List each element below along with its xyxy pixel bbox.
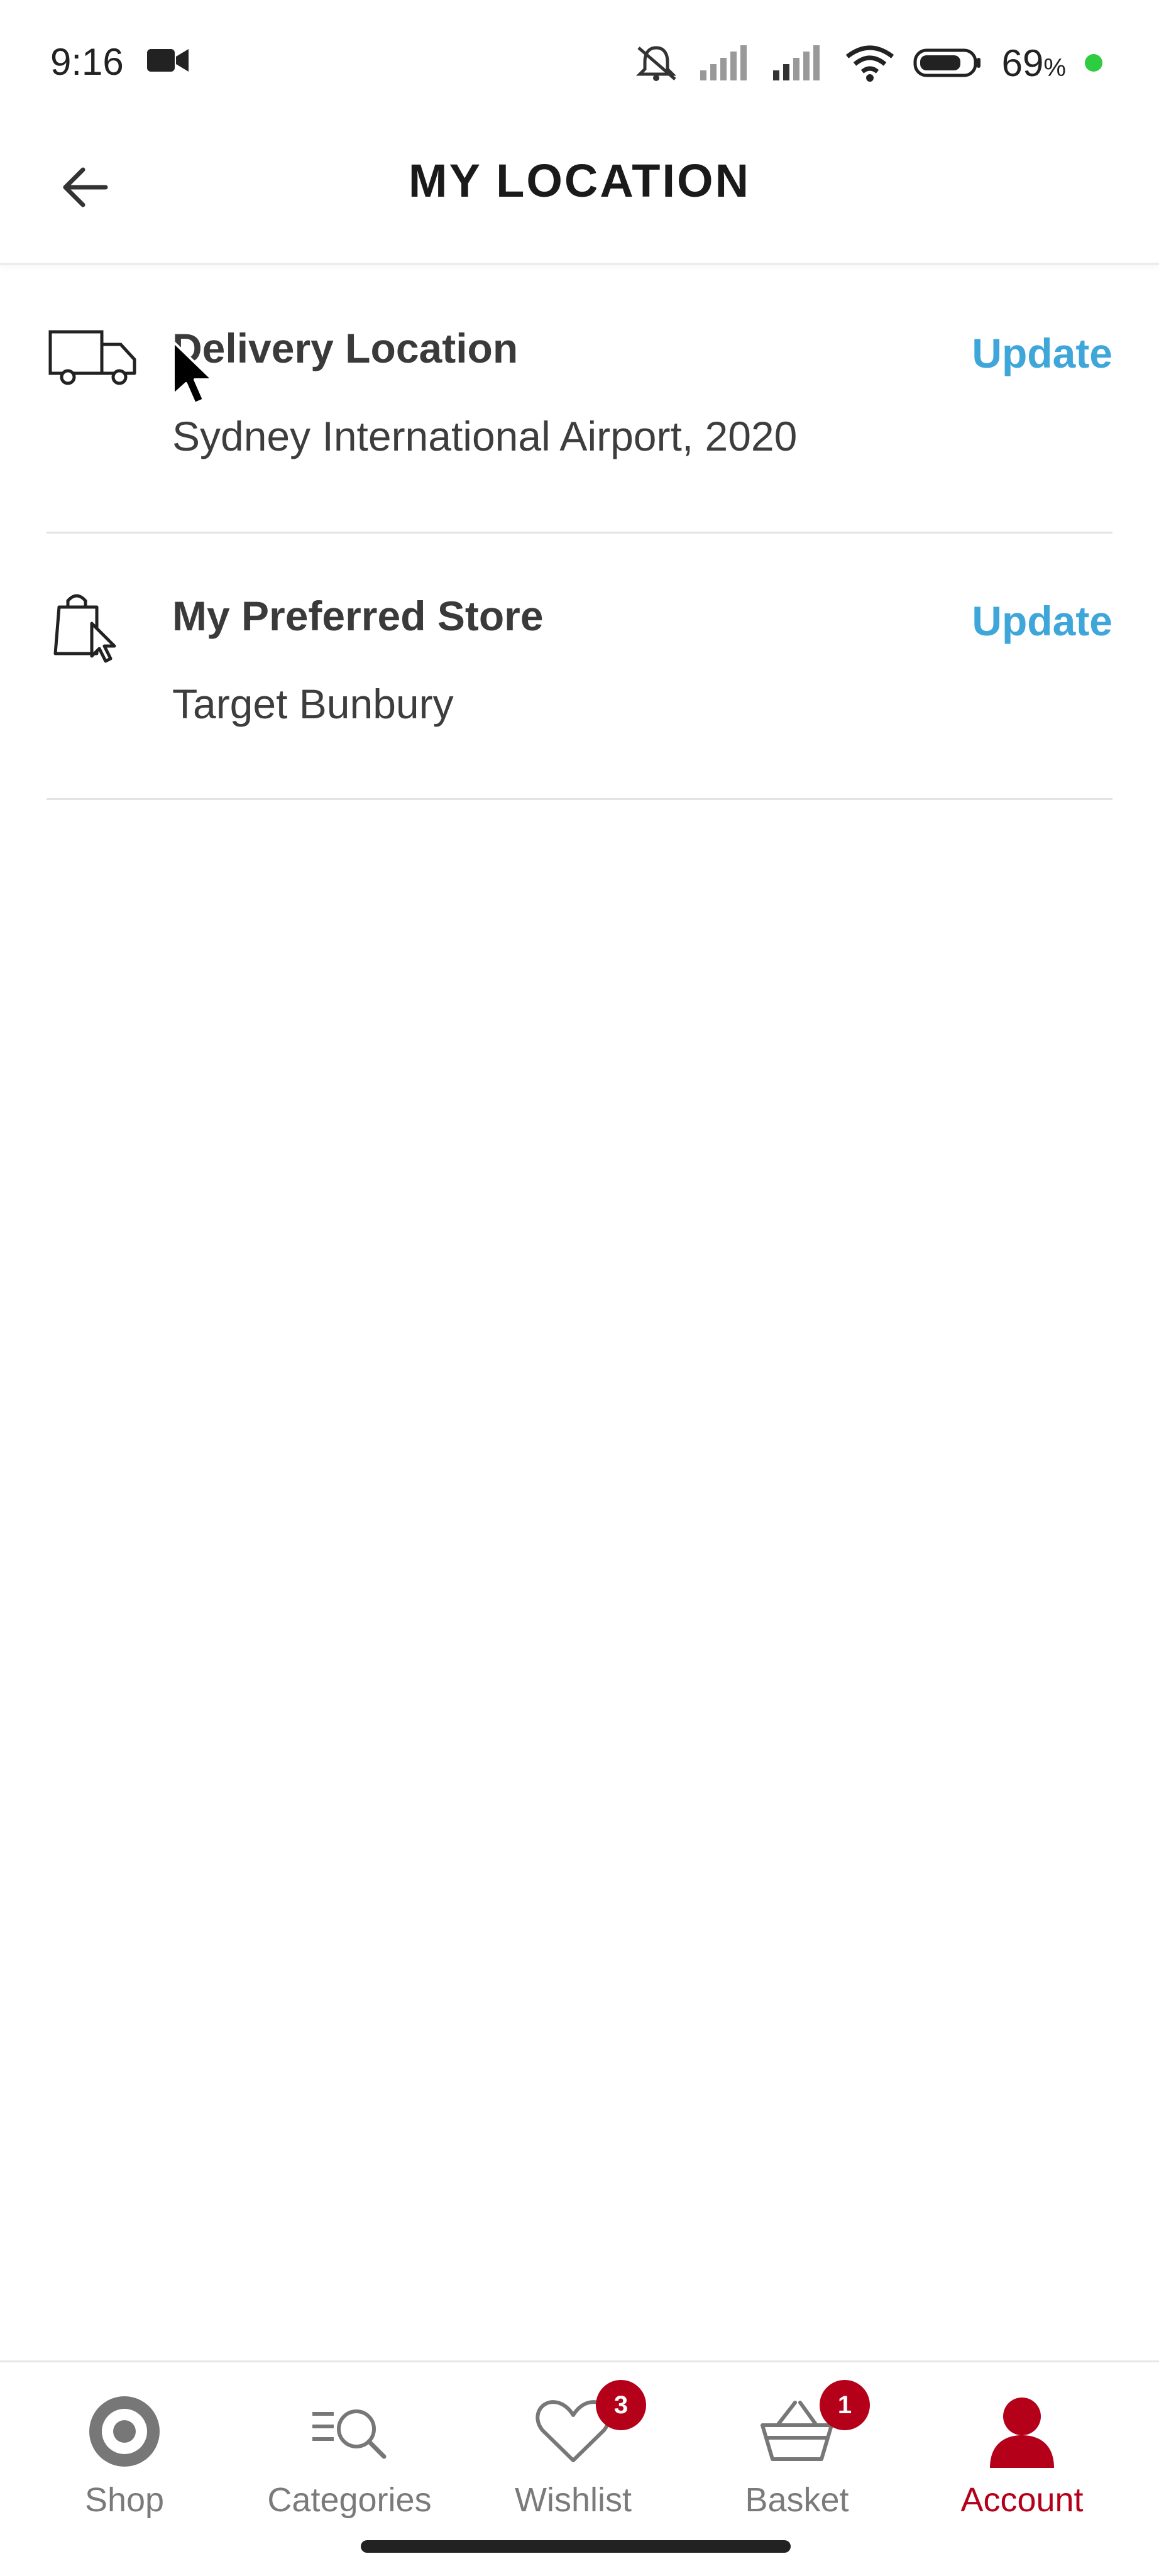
battery-percent: 69%: [1001, 41, 1066, 84]
update-delivery-location-button[interactable]: Update: [972, 329, 1112, 377]
preferred-store-row: My Preferred Store Target Bunbury Update: [47, 532, 1112, 800]
app-header: MY LOCATION: [0, 126, 1159, 265]
mute-bell-icon: [635, 46, 676, 81]
nav-categories-label: Categories: [267, 2481, 432, 2519]
signal-icon: [772, 45, 820, 80]
update-preferred-store-button[interactable]: Update: [972, 597, 1112, 645]
delivery-location-title: Delivery Location: [172, 325, 519, 371]
nav-wishlist-label: Wishlist: [515, 2481, 632, 2519]
nav-shop[interactable]: Shop: [30, 2381, 219, 2519]
nav-wishlist[interactable]: 3 Wishlist: [479, 2380, 667, 2519]
preferred-store-value: Target Bunbury: [172, 681, 454, 727]
nav-categories[interactable]: Categories: [255, 2381, 444, 2519]
status-icons: 69%: [631, 38, 1102, 88]
status-time: 9:16: [50, 41, 124, 83]
signal-icon: [700, 45, 747, 80]
categories-search-icon: [312, 2409, 387, 2459]
nav-account-label: Account: [960, 2481, 1084, 2519]
wifi-icon: [845, 45, 894, 82]
basket-badge: 1: [820, 2380, 870, 2430]
nav-basket[interactable]: 1 Basket: [703, 2380, 891, 2519]
preferred-store-title: My Preferred Store: [172, 593, 544, 639]
battery-icon: [913, 48, 980, 77]
status-bar: 9:16 69%: [0, 0, 1159, 126]
target-logo-icon: [89, 2396, 160, 2467]
person-icon: [990, 2398, 1054, 2468]
video-camera-icon: [147, 49, 189, 72]
delivery-truck-icon: [48, 330, 136, 385]
nav-account[interactable]: Account: [928, 2381, 1116, 2519]
delivery-location-value: Sydney International Airport, 2020: [172, 413, 798, 459]
wishlist-badge: 3: [596, 2380, 646, 2430]
page-title: MY LOCATION: [408, 155, 751, 207]
nav-shop-label: Shop: [84, 2481, 165, 2519]
nav-basket-label: Basket: [745, 2481, 849, 2519]
charging-dot-icon: [1085, 54, 1102, 72]
shopping-bag-cursor-icon: [53, 594, 116, 663]
home-indicator[interactable]: [361, 2540, 791, 2553]
mouse-pointer-icon: [172, 341, 214, 405]
